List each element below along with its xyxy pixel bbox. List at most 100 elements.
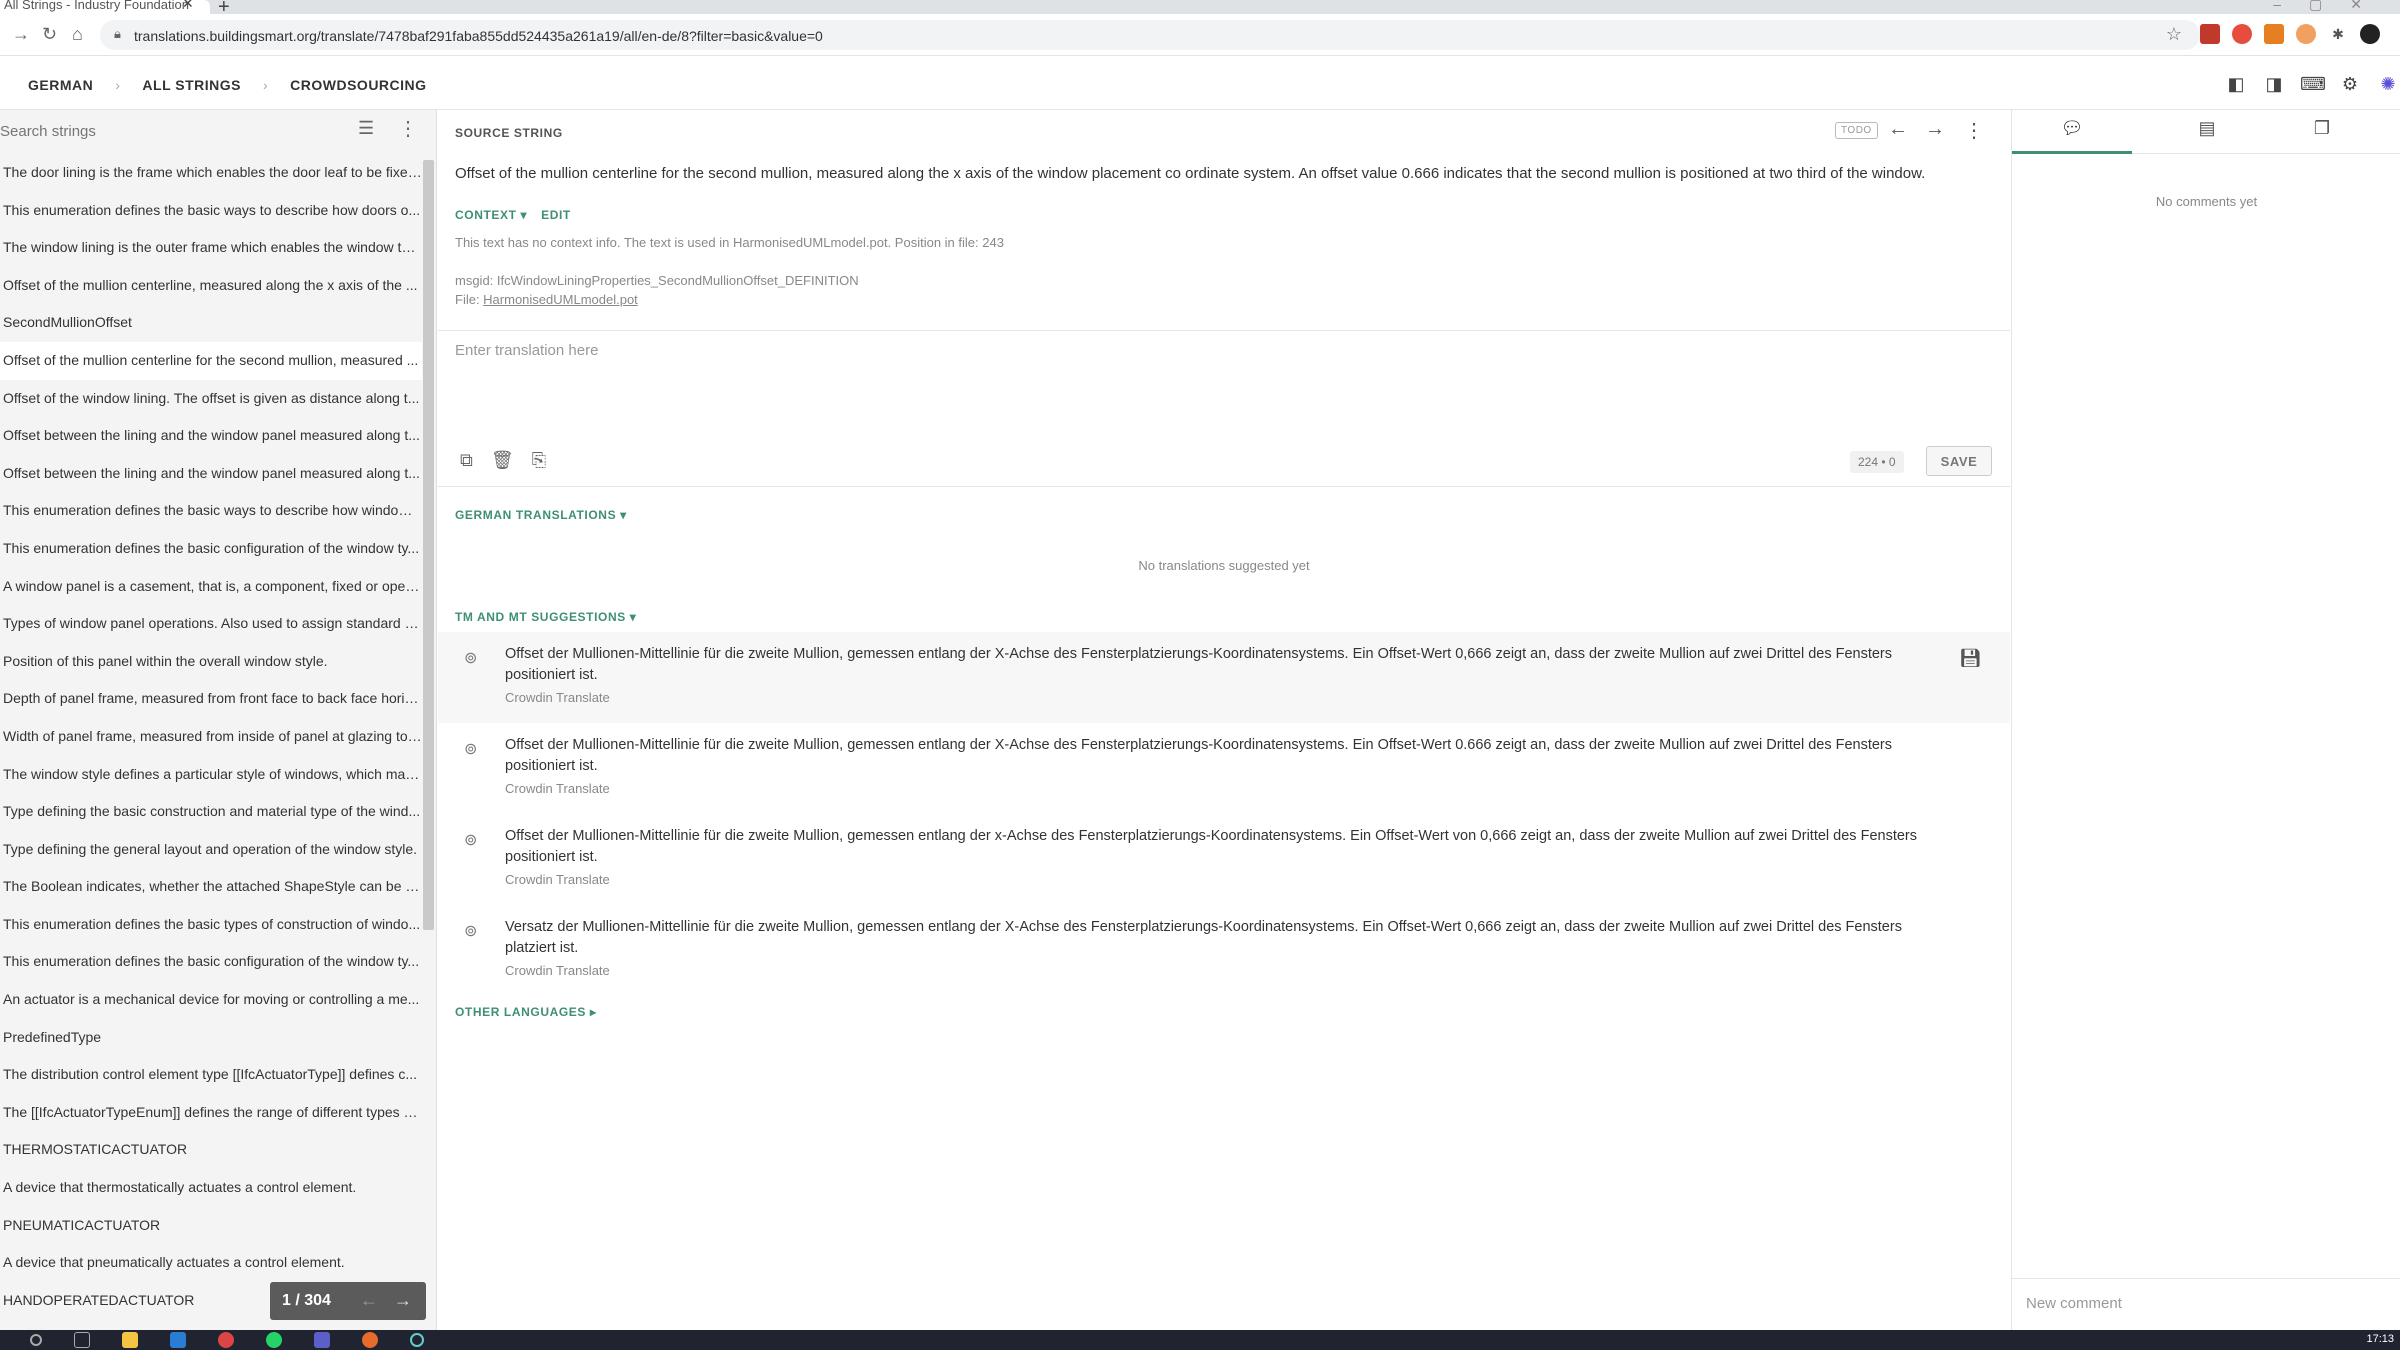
puzzle-icon[interactable]: ✱ bbox=[2328, 24, 2348, 44]
string-list-item[interactable]: A window panel is a casement, that is, a… bbox=[0, 568, 422, 606]
save-icon[interactable]: 💾︎ bbox=[1959, 648, 1982, 669]
translation-input[interactable] bbox=[455, 342, 1985, 432]
tab-history[interactable]: ❐ bbox=[2262, 118, 2382, 154]
breadcrumb-mode[interactable]: CROWDSOURCING bbox=[290, 77, 426, 93]
more-options-icon[interactable]: ⋮ bbox=[398, 116, 418, 141]
string-list-item[interactable]: PredefinedType bbox=[0, 1019, 422, 1057]
string-list-item[interactable]: Position of this panel within the overal… bbox=[0, 643, 422, 681]
string-list-item[interactable]: THERMOSTATICACTUATOR bbox=[0, 1131, 422, 1169]
other-languages-toggle[interactable]: OTHER LANGUAGES ▸ bbox=[455, 1005, 597, 1019]
extension-icon[interactable] bbox=[2296, 24, 2316, 44]
string-list-item[interactable]: Type defining the basic construction and… bbox=[0, 793, 422, 831]
extension-icon[interactable] bbox=[2232, 24, 2252, 44]
string-list-item[interactable]: This enumeration defines the basic types… bbox=[0, 906, 422, 944]
string-list-item[interactable]: This enumeration defines the basic ways … bbox=[0, 192, 422, 230]
string-list-item[interactable]: A device that thermostatically actuates … bbox=[0, 1169, 422, 1207]
outlook-icon[interactable] bbox=[170, 1332, 186, 1348]
string-list-item[interactable]: An actuator is a mechanical device for m… bbox=[0, 981, 422, 1019]
context-toggle[interactable]: CONTEXT ▾ bbox=[455, 208, 527, 222]
string-list-item[interactable]: Offset between the lining and the window… bbox=[0, 455, 422, 493]
home-icon[interactable]: ⌂ bbox=[72, 24, 83, 45]
app-icon[interactable] bbox=[410, 1333, 424, 1347]
search-icon[interactable] bbox=[30, 1334, 42, 1346]
prev-page-button[interactable]: ← bbox=[360, 1290, 378, 1311]
comment-input[interactable] bbox=[2012, 1278, 2400, 1328]
tab-glossary[interactable]: ▤ bbox=[2147, 118, 2267, 154]
file-explorer-icon[interactable] bbox=[122, 1332, 138, 1348]
profile-avatar[interactable] bbox=[2360, 24, 2380, 44]
source-more-button[interactable]: ⋮ bbox=[1964, 118, 1984, 143]
suggestion-item[interactable]: ⊚ Offset der Mullionen-Mittellinie für d… bbox=[438, 632, 2010, 723]
layout-left-icon[interactable]: ◧ bbox=[2224, 72, 2248, 96]
gear-icon[interactable]: ⚙ bbox=[2338, 72, 2362, 96]
string-list-item[interactable]: Offset of the window lining. The offset … bbox=[0, 380, 422, 418]
string-list-item[interactable]: This enumeration defines the basic ways … bbox=[0, 492, 422, 530]
scrollbar[interactable] bbox=[423, 160, 434, 930]
string-list-item[interactable]: Offset between the lining and the window… bbox=[0, 417, 422, 455]
string-list-item[interactable]: A device that manually actuates a contro… bbox=[0, 1319, 422, 1330]
close-tab-icon[interactable]: ✕ bbox=[182, 0, 194, 10]
app-icon[interactable] bbox=[362, 1332, 378, 1348]
suggestions-list: ⊚ Offset der Mullionen-Mittellinie für d… bbox=[438, 632, 2010, 996]
string-list-item[interactable]: Width of panel frame, measured from insi… bbox=[0, 718, 422, 756]
tm-suggestions-toggle[interactable]: TM AND MT SUGGESTIONS ▾ bbox=[455, 610, 636, 624]
string-list-item[interactable]: The distribution control element type [[… bbox=[0, 1056, 422, 1094]
string-list-item[interactable]: The [[IfcActuatorTypeEnum]] defines the … bbox=[0, 1094, 422, 1132]
user-avatar-icon[interactable]: ✺ bbox=[2376, 72, 2400, 96]
extensions-bar: ✱ ⋮ bbox=[2200, 24, 2400, 44]
string-list-item[interactable]: PNEUMATICACTUATOR bbox=[0, 1207, 422, 1245]
string-list-item[interactable]: This enumeration defines the basic confi… bbox=[0, 943, 422, 981]
extension-icon[interactable] bbox=[2200, 24, 2220, 44]
save-button[interactable]: SAVE bbox=[1926, 446, 1992, 476]
keyboard-icon[interactable]: ⌨ bbox=[2300, 72, 2326, 96]
chrome-icon[interactable] bbox=[218, 1332, 234, 1348]
window-controls[interactable]: –▢✕ bbox=[2273, 0, 2390, 13]
reload-icon[interactable]: ↻ bbox=[42, 24, 57, 45]
string-list-item[interactable]: The window lining is the outer frame whi… bbox=[0, 229, 422, 267]
string-list-item[interactable]: SecondMullionOffset bbox=[0, 304, 422, 342]
layout-right-icon[interactable]: ◨ bbox=[2262, 72, 2286, 96]
search-input[interactable] bbox=[0, 118, 340, 144]
extension-icon[interactable] bbox=[2264, 24, 2284, 44]
address-bar[interactable]: 🔒︎ translations.buildingsmart.org/transl… bbox=[100, 20, 2200, 50]
string-list-item[interactable]: This enumeration defines the basic confi… bbox=[0, 530, 422, 568]
tab-comments[interactable]: 💬︎ bbox=[2012, 118, 2132, 154]
breadcrumb-all-strings[interactable]: ALL STRINGS bbox=[142, 77, 241, 93]
tm-suggestions-label: TM AND MT SUGGESTIONS bbox=[455, 610, 626, 624]
prev-string-button[interactable]: ← bbox=[1888, 118, 1908, 141]
suggestion-item[interactable]: ⊚ Versatz der Mullionen-Mittellinie für … bbox=[438, 905, 2010, 996]
task-view-icon[interactable] bbox=[74, 1332, 90, 1348]
copy-source-icon[interactable]: ⧉ bbox=[460, 450, 473, 471]
breadcrumb-language[interactable]: GERMAN bbox=[28, 77, 93, 93]
next-string-button[interactable]: → bbox=[1925, 118, 1945, 141]
file-link[interactable]: HarmonisedUMLmodel.pot bbox=[483, 292, 638, 307]
teams-icon[interactable] bbox=[314, 1332, 330, 1348]
filter-icon[interactable]: ☰ bbox=[358, 118, 374, 139]
string-list-item[interactable]: The window style defines a particular st… bbox=[0, 756, 422, 794]
german-translations-toggle[interactable]: GERMAN TRANSLATIONS ▾ bbox=[455, 508, 627, 522]
forward-icon[interactable]: → bbox=[12, 24, 30, 45]
machine-translation-icon: ⊚ bbox=[464, 741, 478, 758]
string-list-item[interactable]: Type defining the general layout and ope… bbox=[0, 831, 422, 869]
other-languages-label: OTHER LANGUAGES bbox=[455, 1005, 587, 1019]
insert-placeholder-icon[interactable]: ⎘ bbox=[532, 450, 546, 471]
whatsapp-icon[interactable] bbox=[266, 1332, 282, 1348]
suggestion-item[interactable]: ⊚ Offset der Mullionen-Mittellinie für d… bbox=[438, 814, 2010, 905]
lock-icon[interactable]: 🔒︎ bbox=[114, 26, 121, 42]
suggestion-item[interactable]: ⊚ Offset der Mullionen-Mittellinie für d… bbox=[438, 723, 2010, 814]
string-list-item[interactable]: Offset of the mullion centerline, measur… bbox=[0, 267, 422, 305]
string-list-item[interactable]: The door lining is the frame which enabl… bbox=[0, 154, 422, 192]
string-list-item[interactable]: The Boolean indicates, whether the attac… bbox=[0, 868, 422, 906]
browser-tab[interactable]: All Strings - Industry Foundation ✕ bbox=[0, 0, 210, 14]
string-list-item[interactable]: A device that pneumatically actuates a c… bbox=[0, 1244, 422, 1282]
browser-tab-title: All Strings - Industry Foundation bbox=[4, 0, 189, 12]
string-list-item[interactable]: Types of window panel operations. Also u… bbox=[0, 605, 422, 643]
string-list-item[interactable]: Depth of panel frame, measured from fron… bbox=[0, 680, 422, 718]
url-text[interactable]: translations.buildingsmart.org/translate… bbox=[134, 28, 823, 44]
bookmark-star-icon[interactable]: ☆ bbox=[2166, 24, 2182, 45]
edit-context-button[interactable]: EDIT bbox=[541, 208, 571, 222]
trash-icon[interactable]: 🗑︎ bbox=[491, 450, 514, 471]
next-page-button[interactable]: → bbox=[394, 1290, 412, 1311]
string-list-item[interactable]: Offset of the mullion centerline for the… bbox=[0, 341, 422, 380]
browser-menu-icon[interactable]: ⋮ bbox=[2392, 24, 2400, 44]
